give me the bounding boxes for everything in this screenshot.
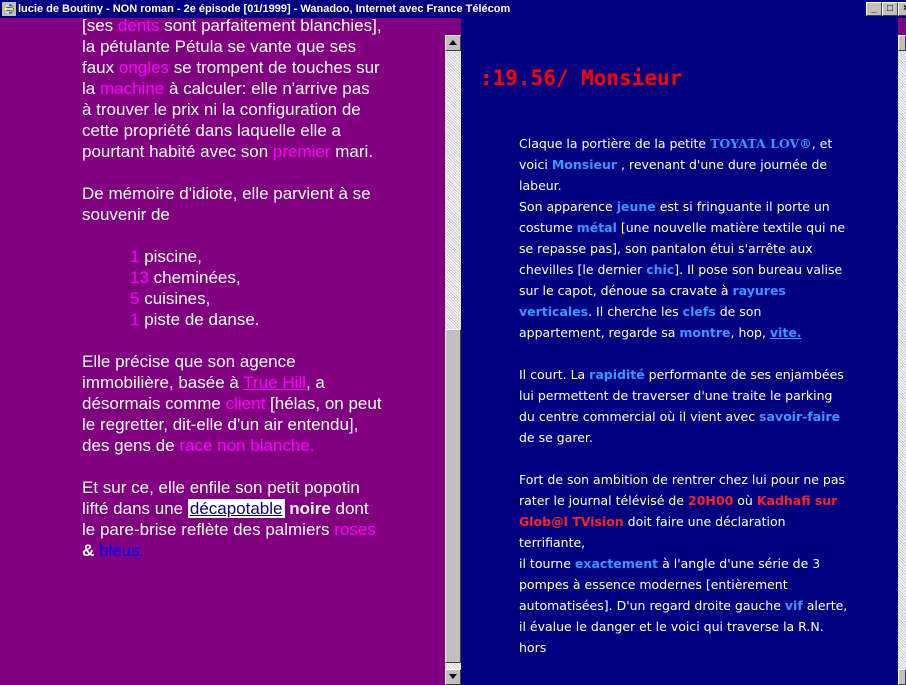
list-item: 13 cheminées, xyxy=(130,267,382,288)
scroll-down-button[interactable] xyxy=(898,669,906,685)
left-frame-text: [ses dents sont parfaitement blanchies],… xyxy=(82,18,382,582)
text-span: Claque la portière de la petite xyxy=(519,136,711,151)
arrow-up-icon xyxy=(449,40,457,45)
right-paragraph-3: Fort de son ambition de rentrer chez lui… xyxy=(519,469,849,658)
internet-explorer-icon xyxy=(2,2,16,16)
keyword-exactement: exactement xyxy=(574,556,659,571)
keyword-toyata: TOYATA LOV® xyxy=(710,136,812,151)
list-text: piscine, xyxy=(139,247,202,266)
list-item: 1 piscine, xyxy=(130,246,382,267)
list-item: 1 piste de danse. xyxy=(130,309,382,330)
link-vite[interactable]: vite. xyxy=(770,325,802,340)
text-span: mari. xyxy=(330,142,374,161)
text-span: Son apparence xyxy=(519,199,617,214)
list-item: 5 cuisines, xyxy=(130,288,382,309)
keyword-vif: vif xyxy=(784,598,803,613)
keyword-client: client xyxy=(225,394,266,413)
keyword-metal: métal xyxy=(576,220,617,235)
arrow-down-icon xyxy=(449,674,457,679)
keyword-clefs: clefs xyxy=(682,304,716,319)
right-frame-text: Claque la portière de la petite TOYATA L… xyxy=(519,133,849,679)
list-text: piste de danse. xyxy=(139,310,260,329)
text-span: de se garer. xyxy=(519,430,593,445)
scroll-up-button[interactable] xyxy=(445,35,461,51)
keyword-monsieur: Monsieur xyxy=(551,157,618,172)
maximize-icon: □ xyxy=(886,3,894,14)
close-button[interactable]: × xyxy=(898,2,906,16)
maximize-button[interactable]: □ xyxy=(882,2,898,16)
right-paragraph-1: Claque la portière de la petite TOYATA L… xyxy=(519,133,849,343)
left-paragraph-4: Et sur ce, elle enfile son petit popotin… xyxy=(82,477,382,561)
keyword-savoir-faire: savoir-faire xyxy=(759,409,841,424)
minimize-button[interactable]: _ xyxy=(866,2,882,16)
scroll-down-button[interactable] xyxy=(445,669,461,685)
window-title: lucie de Boutiny - NON roman - 2e épisod… xyxy=(18,3,511,15)
text-span: , hop, xyxy=(730,325,770,340)
section-title: :19.56/ Monsieur xyxy=(480,66,683,90)
minimize-icon: _ xyxy=(871,3,877,14)
keyword-rapidite: rapidité xyxy=(589,367,645,382)
list-text: cuisines, xyxy=(139,289,211,308)
keyword-noire: noire xyxy=(289,499,331,518)
right-frame-scrollbar[interactable] xyxy=(898,35,906,685)
scroll-thumb[interactable] xyxy=(445,329,461,663)
list-text: cheminées, xyxy=(148,268,241,287)
scroll-up-button[interactable] xyxy=(898,35,906,51)
link-true-hill[interactable]: True Hill xyxy=(243,373,306,392)
window-titlebar[interactable]: lucie de Boutiny - NON roman - 2e épisod… xyxy=(0,0,906,18)
keyword-dents: dents xyxy=(117,18,160,35)
text-span: Il court. La xyxy=(519,367,590,382)
left-paragraph-3: Elle précise que son agence immobilière,… xyxy=(82,351,382,456)
text-span: . Il cherche les xyxy=(588,304,683,319)
text-span: où xyxy=(733,493,757,508)
keyword-machine: machine xyxy=(99,79,165,98)
link-decapotable[interactable]: décapotable xyxy=(187,499,285,518)
left-frame-scrollbar[interactable] xyxy=(445,35,461,685)
keyword-ongles: ongles xyxy=(118,58,169,77)
keyword-montre: montre xyxy=(679,325,731,340)
keyword-jeune: jeune xyxy=(616,199,656,214)
keyword-race: race non blanche. xyxy=(179,436,315,455)
right-paragraph-2: Il court. La rapidité performante de ses… xyxy=(519,364,849,448)
keyword-20h00: 20H00 xyxy=(688,493,734,508)
right-frame[interactable]: :19.56/ Monsieur Claque la portière de l… xyxy=(461,18,898,685)
left-frame[interactable]: [ses dents sont parfaitement blanchies],… xyxy=(0,18,445,685)
keyword-premier: premier xyxy=(272,142,331,161)
text-span: [ses xyxy=(82,18,118,35)
amenities-list: 1 piscine, 13 cheminées, 5 cuisines, 1 p… xyxy=(82,246,382,330)
text-span: il tourne xyxy=(519,556,575,571)
keyword-roses: roses xyxy=(334,520,376,539)
text-span: & xyxy=(82,541,99,560)
keyword-chic: chic xyxy=(646,262,675,277)
keyword-bleus: bleus. xyxy=(99,541,145,560)
list-number: 13 xyxy=(130,268,149,287)
left-paragraph-1: [ses dents sont parfaitement blanchies],… xyxy=(82,18,382,162)
left-paragraph-2: De mémoire d'idiote, elle parvient à se … xyxy=(82,184,371,224)
